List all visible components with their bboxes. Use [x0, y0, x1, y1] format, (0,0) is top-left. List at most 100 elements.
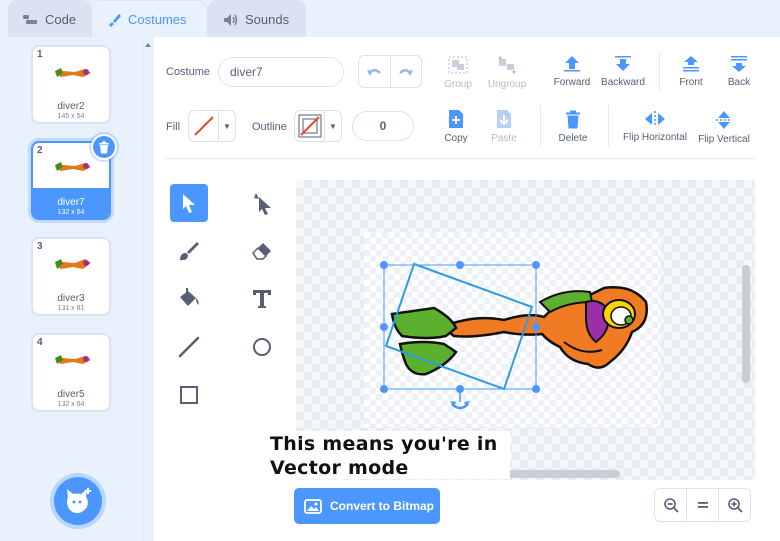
delete-button[interactable]: Delete — [555, 110, 591, 144]
ungroup-icon — [498, 56, 516, 74]
choose-costume-button[interactable] — [54, 477, 102, 525]
costume-thumb-3[interactable]: 3 diver3 131 x 81 — [31, 237, 111, 316]
circle-tool[interactable] — [243, 328, 281, 366]
circle-icon — [253, 338, 271, 356]
text-tool[interactable] — [243, 280, 281, 318]
redo-button[interactable] — [389, 56, 422, 87]
outline-width-input[interactable]: 0 — [352, 111, 414, 141]
costume-label: Costume — [166, 66, 211, 78]
eraser-icon — [252, 243, 271, 260]
annotation-line-1: This means you're in — [270, 433, 498, 455]
costumes-brush-icon — [109, 13, 121, 27]
no-color-icon — [298, 114, 321, 138]
paste-icon — [497, 110, 511, 128]
costume-number: 2 — [37, 145, 43, 156]
flip-vertical-icon — [716, 111, 732, 129]
fill-color-picker[interactable]: ▼ — [188, 110, 236, 142]
zoom-in-icon — [727, 498, 743, 513]
equals-icon — [697, 502, 708, 508]
flip-horizontal-label: Flip Horizontal — [623, 132, 687, 143]
annotation-line-2: Vector mode — [270, 457, 409, 479]
fill-dropdown-arrow-icon: ▼ — [223, 121, 231, 131]
arrow-cursor-icon — [183, 194, 195, 213]
image-icon — [304, 498, 322, 514]
toolbar-divider — [608, 105, 609, 147]
eraser-tool[interactable] — [243, 232, 281, 270]
costume-size: 132 x 64 — [57, 401, 85, 408]
redo-icon — [398, 68, 413, 76]
copy-icon — [449, 110, 463, 128]
code-icon — [23, 14, 37, 24]
costume-name: diver2 — [57, 101, 85, 112]
front-button[interactable]: Front — [672, 55, 710, 88]
delete-costume-button[interactable] — [91, 134, 117, 160]
costume-size: 132 x 64 — [57, 209, 85, 216]
undo-icon — [367, 68, 382, 76]
costume-number: 3 — [37, 241, 43, 252]
toolbar-divider — [659, 52, 660, 90]
group-icon — [448, 56, 468, 74]
paste-button[interactable]: Paste — [486, 109, 522, 144]
toolbar-divider — [540, 105, 541, 147]
reshape-tool[interactable] — [243, 184, 281, 222]
costume-thumb-1[interactable]: 1 diver2 145 x 54 — [31, 45, 111, 124]
fill-swatch — [189, 111, 219, 141]
backward-button[interactable]: Backward — [600, 55, 646, 88]
text-icon — [253, 290, 271, 308]
undo-redo-group — [358, 55, 422, 88]
diver-thumbnail-icon — [55, 259, 91, 269]
convert-to-bitmap-label: Convert to Bitmap — [330, 499, 435, 513]
brush-tool[interactable] — [170, 232, 208, 270]
costume-size: 145 x 54 — [57, 113, 85, 120]
rectangle-tool[interactable] — [170, 376, 208, 414]
zoom-out-button[interactable] — [654, 488, 687, 522]
delete-label: Delete — [558, 133, 588, 144]
zoom-reset-button[interactable] — [686, 488, 719, 522]
tab-code[interactable]: Code — [8, 0, 92, 38]
flip-vertical-button[interactable]: Flip Vertical — [697, 110, 751, 145]
zoom-in-button[interactable] — [718, 488, 751, 522]
diver-thumbnail-icon — [55, 162, 91, 171]
convert-to-bitmap-button[interactable]: Convert to Bitmap — [294, 488, 440, 524]
trash-icon — [566, 110, 580, 129]
flip-vertical-label: Flip Vertical — [698, 134, 750, 145]
front-label: Front — [679, 77, 703, 88]
flip-horizontal-button[interactable]: Flip Horizontal — [622, 110, 688, 143]
select-tool[interactable] — [170, 184, 208, 222]
outline-label: Outline — [252, 121, 287, 133]
undo-button[interactable] — [359, 56, 390, 87]
forward-button[interactable]: Forward — [551, 55, 593, 88]
outline-dropdown-arrow-icon: ▼ — [329, 121, 337, 131]
group-button[interactable]: Group — [441, 55, 475, 90]
paste-label: Paste — [491, 133, 517, 144]
canvas-vertical-scrollbar[interactable] — [742, 265, 750, 383]
costume-number: 1 — [37, 49, 43, 60]
costume-thumb-4[interactable]: 4 diver5 132 x 64 — [31, 333, 111, 412]
rectangle-icon — [180, 386, 198, 404]
ungroup-button[interactable]: Ungroup — [485, 55, 529, 90]
diver-thumbnail-icon — [55, 355, 91, 364]
brush-icon — [180, 242, 199, 261]
copy-button[interactable]: Copy — [438, 109, 474, 144]
tab-sounds-label: Sounds — [245, 12, 290, 27]
tab-sounds[interactable]: Sounds — [208, 0, 306, 38]
diver-thumbnail-icon — [55, 68, 91, 77]
costume-name: diver3 — [57, 293, 85, 304]
tab-costumes[interactable]: Costumes — [91, 0, 208, 38]
outline-color-picker[interactable]: ▼ — [294, 110, 342, 142]
back-label: Back — [727, 77, 751, 88]
back-icon — [731, 56, 747, 72]
costume-name-input[interactable]: diver7 — [218, 57, 344, 87]
costume-number: 4 — [37, 337, 43, 348]
front-icon — [683, 56, 699, 72]
zoom-out-icon — [663, 498, 679, 513]
costume-list-scrollbar[interactable] — [143, 37, 153, 541]
no-color-icon — [192, 115, 215, 137]
speaker-icon — [224, 13, 238, 26]
back-button[interactable]: Back — [720, 55, 758, 88]
tab-code-label: Code — [45, 12, 77, 27]
line-tool[interactable] — [170, 328, 208, 366]
fill-tool[interactable] — [170, 280, 208, 318]
diver-sprite[interactable] — [364, 232, 661, 427]
trash-icon — [99, 141, 109, 153]
